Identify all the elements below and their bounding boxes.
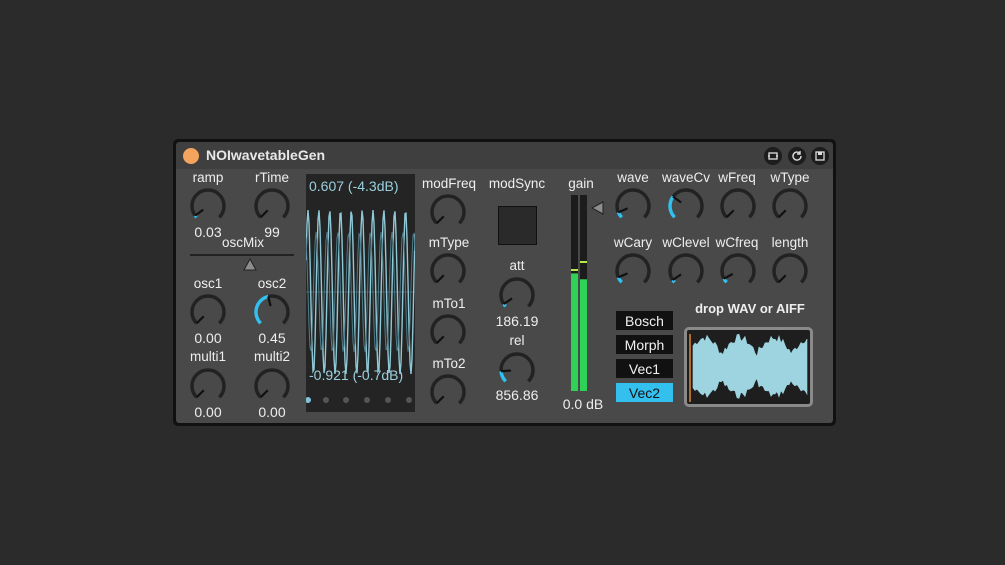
length-knob[interactable] — [770, 251, 810, 291]
multi2-knob[interactable] — [252, 366, 292, 406]
mto1-label: mTo1 — [432, 296, 466, 311]
wtype-label: wType — [770, 170, 810, 185]
wfreq-knob[interactable] — [718, 186, 758, 226]
wcfreq-label: wCfreq — [715, 235, 759, 250]
power-toggle[interactable] — [183, 148, 199, 164]
ramp-knob[interactable] — [188, 186, 228, 226]
osc1-value: 0.00 — [194, 330, 222, 346]
dropzone-label: drop WAV or AIFF — [695, 301, 805, 316]
osc2-value: 0.45 — [258, 330, 286, 346]
wcfreq-knob[interactable] — [718, 251, 758, 291]
refresh-icon[interactable] — [788, 147, 806, 165]
wavecv-label: waveCv — [661, 170, 710, 185]
device-panel: NOIwavetableGen ramp 0.03 rTime 99 oscMi… — [173, 139, 836, 426]
wave-knob[interactable] — [613, 186, 653, 226]
att-value: 186.19 — [495, 313, 539, 329]
att-label: att — [509, 258, 525, 273]
wfreq-label: wFreq — [718, 170, 756, 185]
wave-label: wave — [617, 170, 649, 185]
gain-meter[interactable] — [570, 195, 606, 391]
scope-bottom-readout: -0.921 (-0.7dB) — [309, 367, 404, 383]
rel-knob[interactable] — [497, 350, 537, 390]
modfreq-label: modFreq — [421, 176, 477, 191]
modsync-toggle[interactable] — [498, 206, 537, 245]
wclevel-knob[interactable] — [666, 251, 706, 291]
wtype-knob[interactable] — [770, 186, 810, 226]
rel-label: rel — [509, 333, 525, 348]
multi1-knob[interactable] — [188, 366, 228, 406]
modfreq-knob[interactable] — [428, 192, 468, 232]
multi1-label: multi1 — [189, 349, 226, 364]
osc1-knob[interactable] — [188, 292, 228, 332]
wcary-label: wCary — [613, 235, 653, 250]
device-title: NOIwavetableGen — [206, 147, 326, 163]
sample-dropzone[interactable] — [684, 327, 813, 407]
gain-label: gain — [568, 176, 594, 191]
multi1-value: 0.00 — [194, 404, 222, 420]
morph-button[interactable]: Morph — [616, 335, 673, 354]
mto2-knob[interactable] — [428, 372, 468, 412]
mto1-knob[interactable] — [428, 312, 468, 352]
title-bar: NOIwavetableGen — [176, 142, 833, 169]
multi2-label: multi2 — [253, 349, 290, 364]
rtime-label: rTime — [255, 170, 289, 185]
osc1-label: osc1 — [193, 276, 223, 291]
oscmix-label: oscMix — [221, 235, 264, 250]
sample-waveform — [689, 333, 808, 402]
length-label: length — [771, 235, 809, 250]
save-icon[interactable] — [811, 147, 829, 165]
mtype-label: mType — [428, 235, 470, 250]
mtype-knob[interactable] — [428, 251, 468, 291]
osc2-label: osc2 — [257, 276, 287, 291]
vec2-button[interactable]: Vec2 — [616, 383, 673, 402]
vec1-button[interactable]: Vec1 — [616, 359, 673, 378]
rtime-knob[interactable] — [252, 186, 292, 226]
osc2-knob[interactable] — [252, 292, 292, 332]
wclevel-label: wClevel — [662, 235, 710, 250]
oscmix-slider[interactable] — [188, 251, 296, 273]
modsync-label: modSync — [488, 176, 546, 191]
wcary-knob[interactable] — [613, 251, 653, 291]
ramp-label: ramp — [192, 170, 224, 185]
scope-top-readout: 0.607 (-4.3dB) — [309, 178, 399, 194]
rel-value: 856.86 — [495, 387, 539, 403]
multi2-value: 0.00 — [258, 404, 286, 420]
mto2-label: mTo2 — [432, 356, 466, 371]
loop-icon[interactable] — [764, 147, 782, 165]
att-knob[interactable] — [497, 275, 537, 315]
gain-value: 0.0 dB — [562, 396, 604, 412]
wavecv-knob[interactable] — [666, 186, 706, 226]
bosch-button[interactable]: Bosch — [616, 311, 673, 330]
